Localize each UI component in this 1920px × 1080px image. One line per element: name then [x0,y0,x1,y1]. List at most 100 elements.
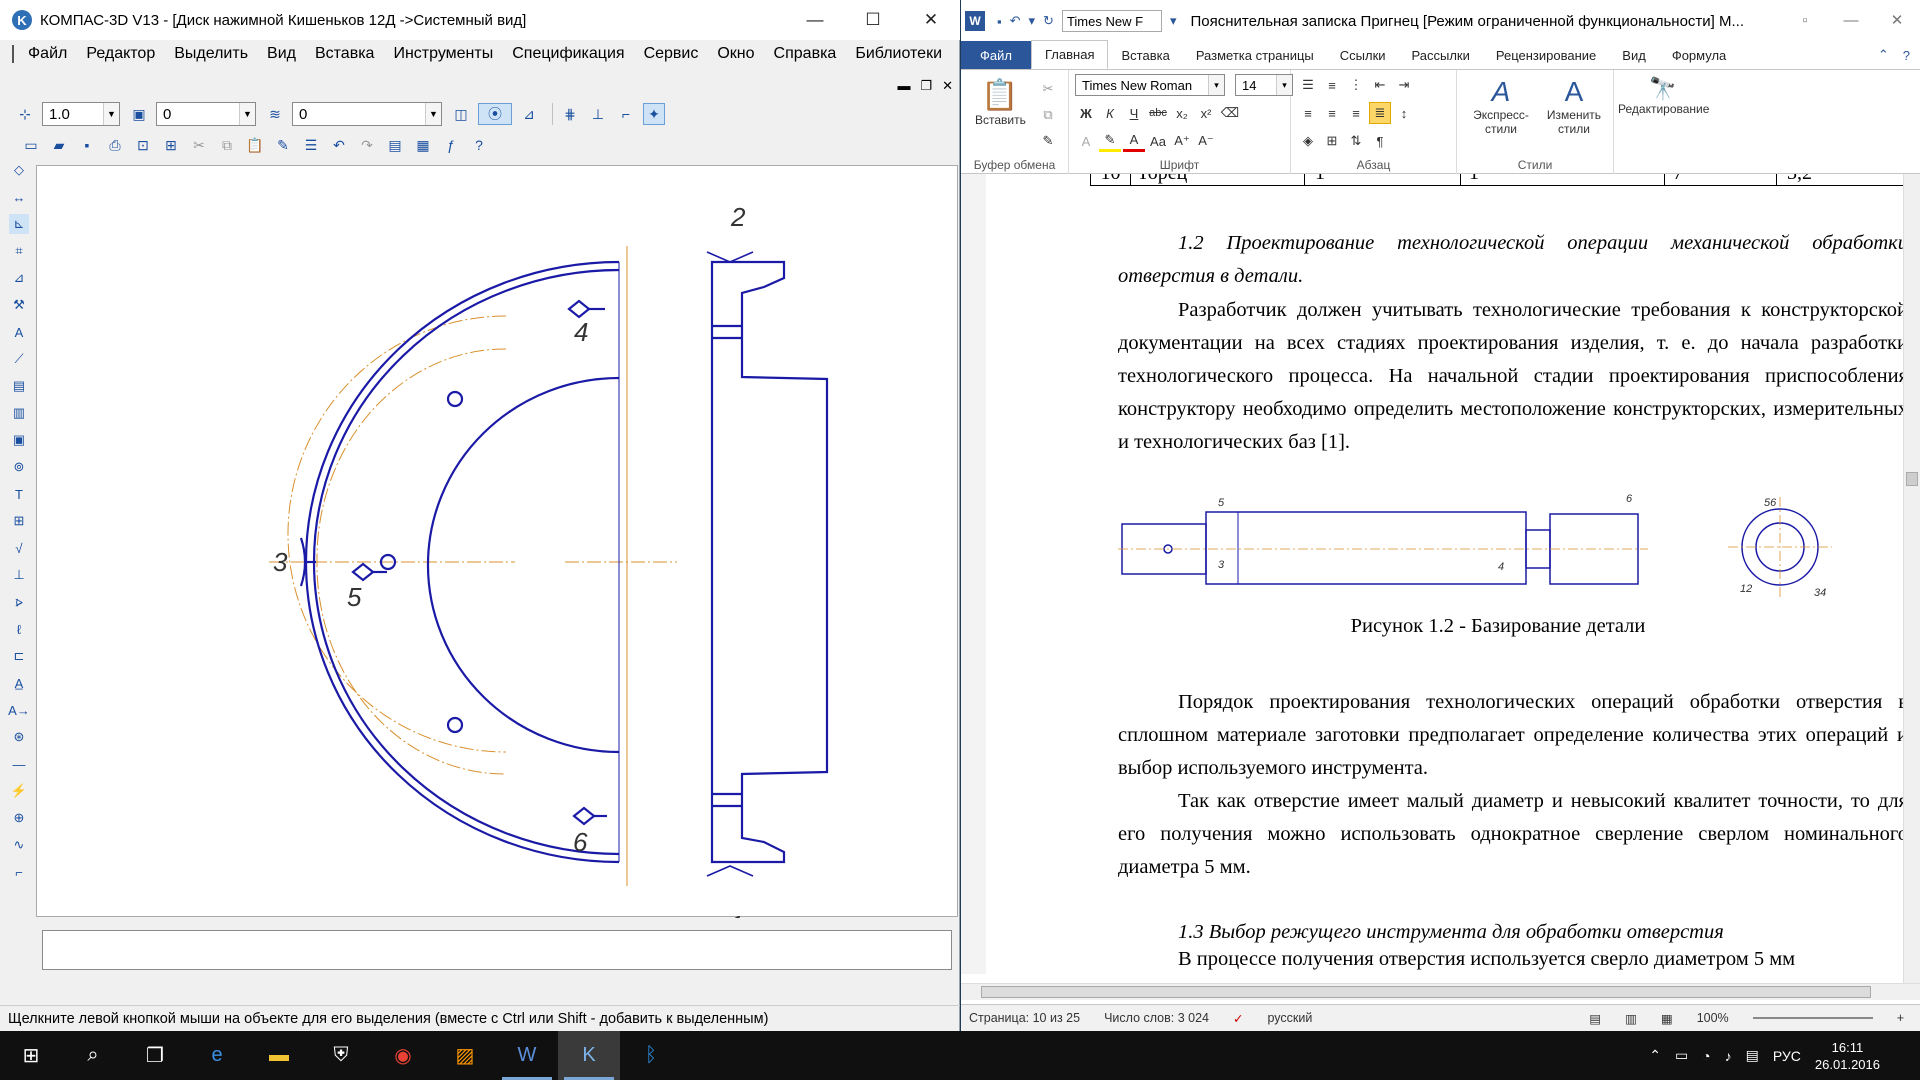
font-size-combo[interactable]: 14 ▾ [1235,74,1293,96]
minimize-button[interactable]: — [786,0,844,40]
redo-icon[interactable]: ↷ [356,134,378,156]
menu-window[interactable]: Окно [717,45,754,63]
select-icon[interactable]: A [9,322,29,342]
menu-select[interactable]: Выделить [174,45,248,63]
chevron-up-icon[interactable]: ⌃ [1649,1047,1661,1064]
roughness-icon[interactable]: √ [9,538,29,558]
print-icon[interactable]: ⎙ [104,134,126,156]
menu-service[interactable]: Сервис [644,45,699,63]
mark-icon[interactable]: ⊕ [9,808,29,828]
properties-panel[interactable] [42,930,952,970]
change-case-icon[interactable]: Aa [1147,130,1169,152]
grid-icon[interactable]: ⋕ [559,103,581,125]
align-left-icon[interactable]: ≡ [1297,102,1319,124]
ribbon-options-icon[interactable]: ▫ [1782,0,1828,40]
kompas-taskbar-icon[interactable]: K [558,1031,620,1080]
align-right-icon[interactable]: ≡ [1345,102,1367,124]
copy-icon[interactable]: ⧉ [216,134,238,156]
cut-icon[interactable]: ✂ [188,134,210,156]
document-page[interactable]: 10 Торец 1 1 7 3,2 1.2 Проектирование те… [986,174,1904,984]
center-icon[interactable]: ⚡ [9,781,29,801]
open-icon[interactable]: ▰ [48,134,70,156]
undo-icon[interactable]: ↶ [1010,13,1021,29]
fragment-icon[interactable]: ▣ [9,430,29,450]
help-icon[interactable]: ? [1903,48,1910,63]
close-button[interactable]: ✕ [1874,0,1920,40]
paste-button[interactable]: 📋 Вставить [975,78,1026,127]
menu-libraries[interactable]: Библиотеки [855,45,942,63]
grow-font-icon[interactable]: A⁺ [1171,130,1193,152]
geometry-icon[interactable]: ◇ [9,160,29,180]
preview-icon[interactable]: ⊡ [132,134,154,156]
magnet-icon[interactable]: ⦿ [478,103,512,125]
zoom-slider[interactable] [1752,1017,1873,1019]
tab-view[interactable]: Вид [1609,41,1659,69]
word-count[interactable]: Число слов: 3 024 [1104,1011,1209,1025]
menu-insert[interactable]: Вставка [315,45,374,63]
tolerance-icon[interactable]: ⊏ [9,646,29,666]
menu-file[interactable]: Файл [28,45,67,63]
chevron-down-icon[interactable]: ▾ [1170,13,1177,29]
express-styles-button[interactable]: A Экспресс-стили [1465,76,1537,136]
horizontal-scrollbar[interactable] [961,983,1920,1000]
tab-file[interactable]: Файл [961,41,1031,69]
cut-line-icon[interactable]: A→ [8,700,30,720]
scroll-thumb[interactable] [981,986,1871,998]
parametrization-icon[interactable]: ⊿ [9,268,29,288]
chevron-down-icon[interactable]: ▼ [425,103,441,125]
chrome-icon[interactable]: ◉ [372,1031,434,1080]
strikethrough-icon[interactable]: abc [1147,102,1169,124]
copy-icon[interactable]: ⧉ [1037,104,1059,126]
tab-page-layout[interactable]: Разметка страницы [1183,41,1327,69]
mdi-close-icon[interactable]: ✕ [942,78,953,94]
bold-icon[interactable]: Ж [1075,102,1097,124]
tab-review[interactable]: Рецензирование [1483,41,1609,69]
multilevel-icon[interactable]: ⋮ [1345,74,1367,96]
corner-icon[interactable]: ⌐ [9,862,29,882]
table-icon[interactable]: ⊞ [9,511,29,531]
wifi-icon[interactable]: ◔ [1702,1048,1710,1064]
report-icon[interactable]: ▥ [9,403,29,423]
zoom-value[interactable]: 100% [1697,1011,1729,1025]
view-icon[interactable]: ⊛ [9,727,29,747]
chevron-down-icon[interactable]: ▾ [1208,75,1224,95]
position-icon[interactable]: ℓ [9,619,29,639]
start-icon[interactable]: ⊞ [0,1031,62,1080]
chevron-down-icon[interactable]: ▾ [1276,75,1292,95]
help-icon[interactable]: ? [468,134,490,156]
justify-icon[interactable]: ≣ [1369,102,1391,124]
tab-mailings[interactable]: Рассылки [1399,41,1483,69]
collapse-ribbon-icon[interactable]: ⌃ [1878,47,1889,63]
increase-indent-icon[interactable]: ⇥ [1393,74,1415,96]
ortho-mode-icon[interactable]: ⌐ [615,103,637,125]
word-taskbar-icon[interactable]: W [496,1031,558,1080]
chevron-down-icon[interactable]: ▼ [103,103,119,125]
shading-icon[interactable]: ◈ [1297,130,1319,152]
cut-icon[interactable]: ✂ [1037,78,1059,100]
save-icon[interactable]: ▪ [997,14,1002,29]
shrink-font-icon[interactable]: A⁻ [1195,130,1217,152]
clear-format-icon[interactable]: ⌫ [1219,102,1241,124]
paste-icon[interactable]: 📋 [244,134,266,156]
step-icon[interactable]: ⊹ [14,103,36,125]
text-effects-icon[interactable]: A [1075,130,1097,152]
menu-view[interactable]: Вид [267,45,296,63]
view-print-layout-icon[interactable]: ▤ [1589,1011,1601,1026]
font-name-combo[interactable]: Times New Roman ▾ [1075,74,1225,96]
tab-equation[interactable]: Формула [1659,41,1739,69]
base-icon[interactable]: ⊥ [9,565,29,585]
minimize-button[interactable]: — [1828,0,1874,40]
document-icon[interactable] [12,45,14,63]
word-app-icon[interactable]: W [965,11,985,31]
save-icon[interactable]: ▪ [76,134,98,156]
arrow-icon[interactable]: A̲ [9,673,29,693]
bullets-icon[interactable]: ☰ [1297,74,1319,96]
page-count[interactable]: Страница: 10 из 25 [969,1011,1080,1025]
explorer-icon[interactable]: ▬ [248,1031,310,1080]
insert-icon[interactable]: ⊚ [9,457,29,477]
measure-icon[interactable]: ⚒ [9,295,29,315]
state-icon[interactable]: ◫ [450,103,472,125]
borders-icon[interactable]: ⊞ [1321,130,1343,152]
clock[interactable]: 16:11 26.01.2016 [1815,1039,1880,1073]
format-painter-icon[interactable]: ✎ [272,134,294,156]
